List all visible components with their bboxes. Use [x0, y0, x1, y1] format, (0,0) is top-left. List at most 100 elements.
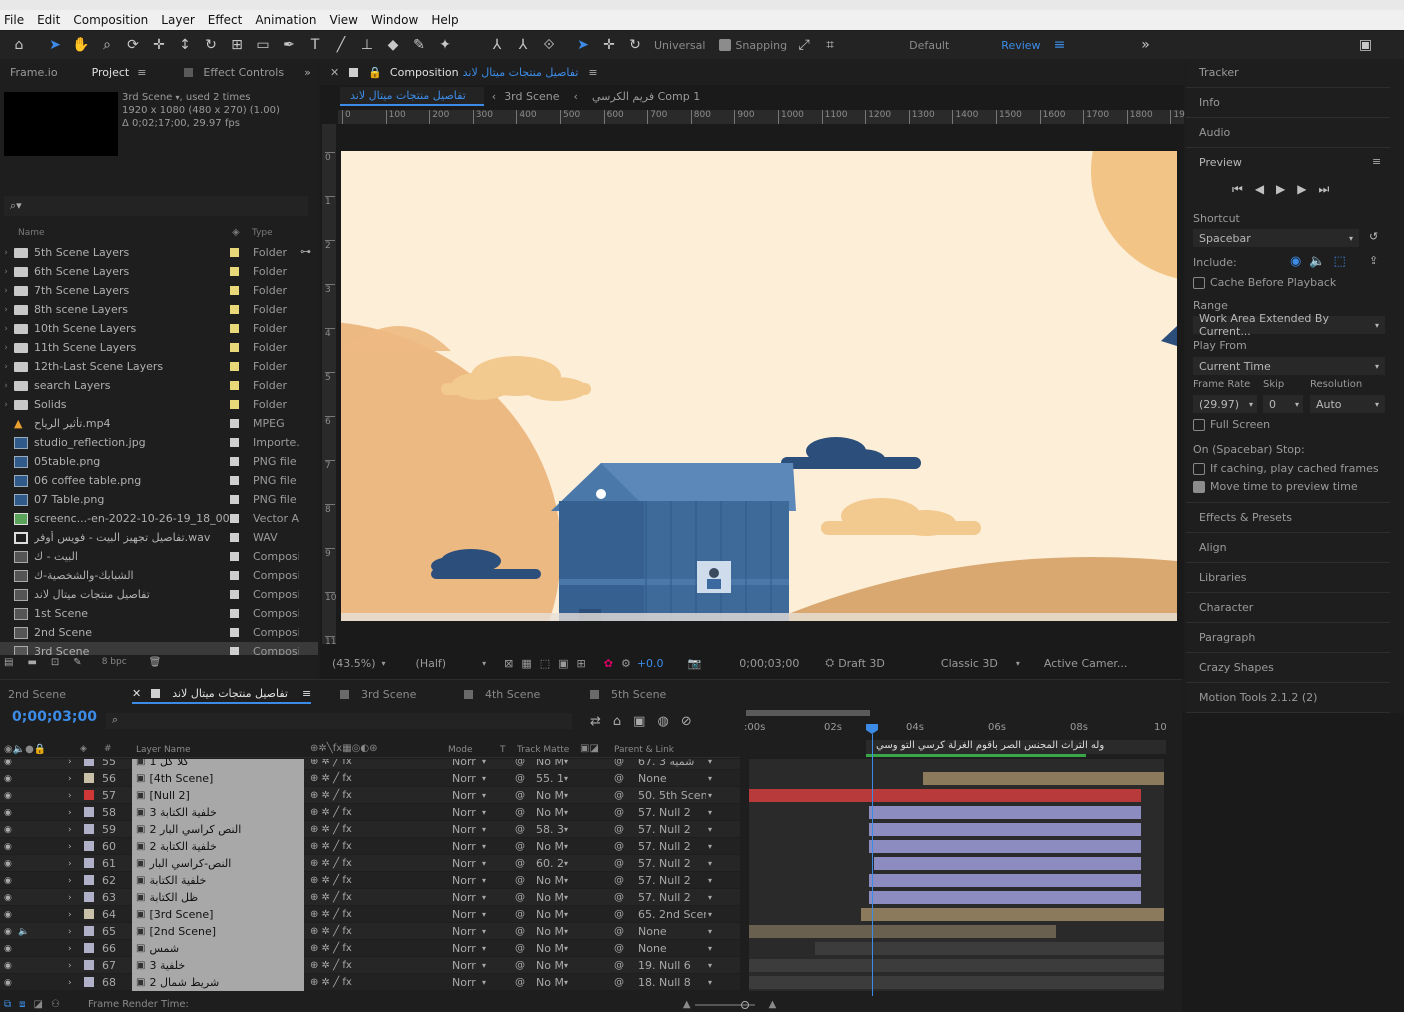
preserve-transparency-icon[interactable]: @ [515, 940, 525, 957]
parent-pickwhip-icon[interactable]: @ [614, 838, 624, 855]
hand-tool-icon[interactable]: ✋ [70, 34, 92, 56]
expand-arrow-icon[interactable]: › [68, 855, 78, 872]
layer-switches[interactable]: ⊕ ✲ ╱ fx [310, 804, 420, 821]
audio-icon[interactable] [18, 872, 30, 889]
snapshot-icon[interactable]: 📷 [688, 657, 702, 670]
label-column-icon[interactable]: ◈ [232, 227, 240, 238]
preview-resolution-dropdown[interactable]: Auto ▾ [1310, 395, 1385, 413]
layer-parent-dropdown[interactable]: None [638, 940, 706, 957]
export-icon[interactable]: ⇪ [1369, 254, 1378, 267]
parent-pickwhip-icon[interactable]: @ [614, 940, 624, 957]
draft3d-label[interactable]: Draft 3D [838, 657, 885, 670]
layer-label-swatch[interactable] [84, 960, 94, 970]
menu-file[interactable]: File [0, 13, 33, 27]
local-axis-icon[interactable]: ⅄ [512, 34, 534, 56]
label-color-swatch[interactable] [230, 438, 239, 447]
layer-name[interactable]: ▣ [2nd Scene] [132, 923, 304, 940]
layer-label-swatch[interactable] [84, 875, 94, 885]
expand-arrow-icon[interactable]: › [0, 248, 12, 258]
layer-parent-dropdown[interactable]: 57. Null 2 [638, 838, 706, 855]
chevron-down-icon[interactable]: ▾ [708, 923, 712, 940]
visibility-eye-icon[interactable]: ◉ [4, 838, 16, 855]
audio-icon[interactable] [18, 770, 30, 787]
zoom-tool-icon[interactable]: ⌕ [96, 34, 118, 56]
rotate-camera-icon[interactable]: ↻ [624, 34, 646, 56]
visibility-eye-icon[interactable]: ◉ [4, 855, 16, 872]
chevron-down-icon[interactable]: ▾ [708, 855, 712, 872]
layer-name[interactable]: ▣ خلفية الكتابة 2 [132, 838, 304, 855]
draft-3d-icon[interactable]: ⌂ [613, 714, 621, 729]
project-item[interactable]: › search Layers Folder [0, 376, 318, 395]
parent-pickwhip-icon[interactable]: @ [614, 974, 624, 991]
workspace-default[interactable]: Default [903, 39, 955, 52]
breadcrumb-item-active[interactable]: تفاصيل منتجات ميتال لاند [340, 86, 484, 106]
close-icon[interactable]: ✕ [330, 66, 339, 79]
layer-duration-bar[interactable] [869, 806, 1142, 819]
snapping-checkbox[interactable] [719, 39, 732, 51]
visibility-eye-icon[interactable]: ◉ [4, 787, 16, 804]
timeline-tab[interactable]: 5th Scene [590, 684, 666, 704]
brush-tool-icon[interactable]: ╱ [330, 34, 352, 56]
layer-name[interactable]: ▣ [4th Scene] [132, 770, 304, 787]
chevron-down-icon[interactable]: ▾ [708, 974, 712, 991]
chevron-down-icon[interactable]: ▾ [708, 838, 712, 855]
project-item[interactable]: › Solids Folder [0, 395, 318, 414]
audio-icon[interactable] [18, 759, 30, 770]
expand-arrow-icon[interactable]: › [68, 923, 78, 940]
visibility-eye-icon[interactable]: ◉ [4, 957, 16, 974]
layer-duration-bar[interactable] [869, 840, 1142, 853]
layer-duration-bar[interactable] [749, 959, 1164, 972]
layer-duration-bar[interactable] [815, 942, 1164, 955]
expand-arrow-icon[interactable]: › [68, 787, 78, 804]
project-item[interactable]: studio_reflection.jpg Importe... [0, 433, 318, 452]
layer-duration-bar[interactable] [749, 925, 1057, 938]
layer-parent-dropdown[interactable]: 18. Null 8 [638, 974, 706, 991]
label-column-icon[interactable]: ◈ [80, 744, 87, 754]
chevron-down-icon[interactable]: ▾ [564, 974, 568, 991]
layer-parent-dropdown[interactable]: 57. Null 2 [638, 855, 706, 872]
draft3d-icon[interactable]: ⛭ [825, 656, 834, 670]
parent-pickwhip-icon[interactable]: @ [614, 804, 624, 821]
layer-name[interactable]: ▣ شريط شمال 2 [132, 974, 304, 991]
parent-pickwhip-icon[interactable]: @ [614, 855, 624, 872]
menu-animation[interactable]: Animation [251, 13, 325, 27]
play-from-dropdown[interactable]: Current Time ▾ [1193, 357, 1385, 375]
magnification-dropdown[interactable]: (43.5%) [332, 657, 376, 670]
fast-previews-icon[interactable]: ⊠ [504, 657, 513, 670]
chevron-down-icon[interactable]: ▾ [382, 659, 386, 668]
universal-label[interactable]: Universal [648, 39, 711, 52]
play-icon[interactable]: ▶ [1276, 182, 1285, 197]
project-item[interactable]: › 6th Scene Layers Folder [0, 262, 318, 281]
preview-menu-icon[interactable]: ≡ [1372, 155, 1381, 168]
first-frame-icon[interactable]: ⏮ [1232, 182, 1243, 197]
layer-row[interactable]: ◉ › 62 ▣ خلفية الكتابة ⊕ ✲ ╱ fx Norr ▾ @ No M ▾ @57… [0, 872, 1164, 889]
project-item[interactable]: › 5th Scene Layers Folder [0, 243, 318, 262]
expand-arrow-icon[interactable]: › [0, 267, 12, 277]
tab-project[interactable]: Project ≡ [82, 59, 157, 85]
next-frame-icon[interactable]: ▶ [1297, 182, 1306, 197]
expand-arrow-icon[interactable]: › [68, 889, 78, 906]
chevron-down-icon[interactable]: ▾ [564, 872, 568, 889]
project-item[interactable]: › 10th Scene Layers Folder [0, 319, 318, 338]
new-composition-icon[interactable]: ⊡ [51, 657, 59, 668]
graph-editor-icon[interactable]: ⊘ [681, 714, 692, 729]
channel-icon[interactable]: ✿ [604, 657, 613, 670]
expand-arrow-icon[interactable]: › [68, 906, 78, 923]
timeline-tab[interactable]: 2nd Scene [8, 684, 66, 704]
parent-pickwhip-icon[interactable]: @ [614, 957, 624, 974]
snap-edges-icon[interactable]: ⤢ [793, 34, 815, 56]
selection-tool-icon[interactable]: ➤ [44, 34, 66, 56]
audio-icon[interactable] [18, 906, 30, 923]
panel-effects-presets[interactable]: Effects & Presets [1199, 511, 1292, 524]
project-item[interactable]: 1st Scene Composi [0, 604, 318, 623]
label-color-swatch[interactable] [230, 324, 239, 333]
expand-arrow-icon[interactable]: › [0, 286, 12, 296]
last-frame-icon[interactable]: ⏭ [1319, 182, 1330, 197]
dolly-camera-icon[interactable]: ↕ [174, 34, 196, 56]
layer-label-swatch[interactable] [84, 807, 94, 817]
pan-camera-icon[interactable]: ✛ [148, 34, 170, 56]
close-icon[interactable]: ✕ [132, 687, 141, 700]
color-management-icon[interactable]: ⚙ [621, 657, 631, 670]
chevron-down-icon[interactable]: ▾ [564, 821, 568, 838]
chevron-down-icon[interactable]: ▾ [482, 889, 486, 906]
